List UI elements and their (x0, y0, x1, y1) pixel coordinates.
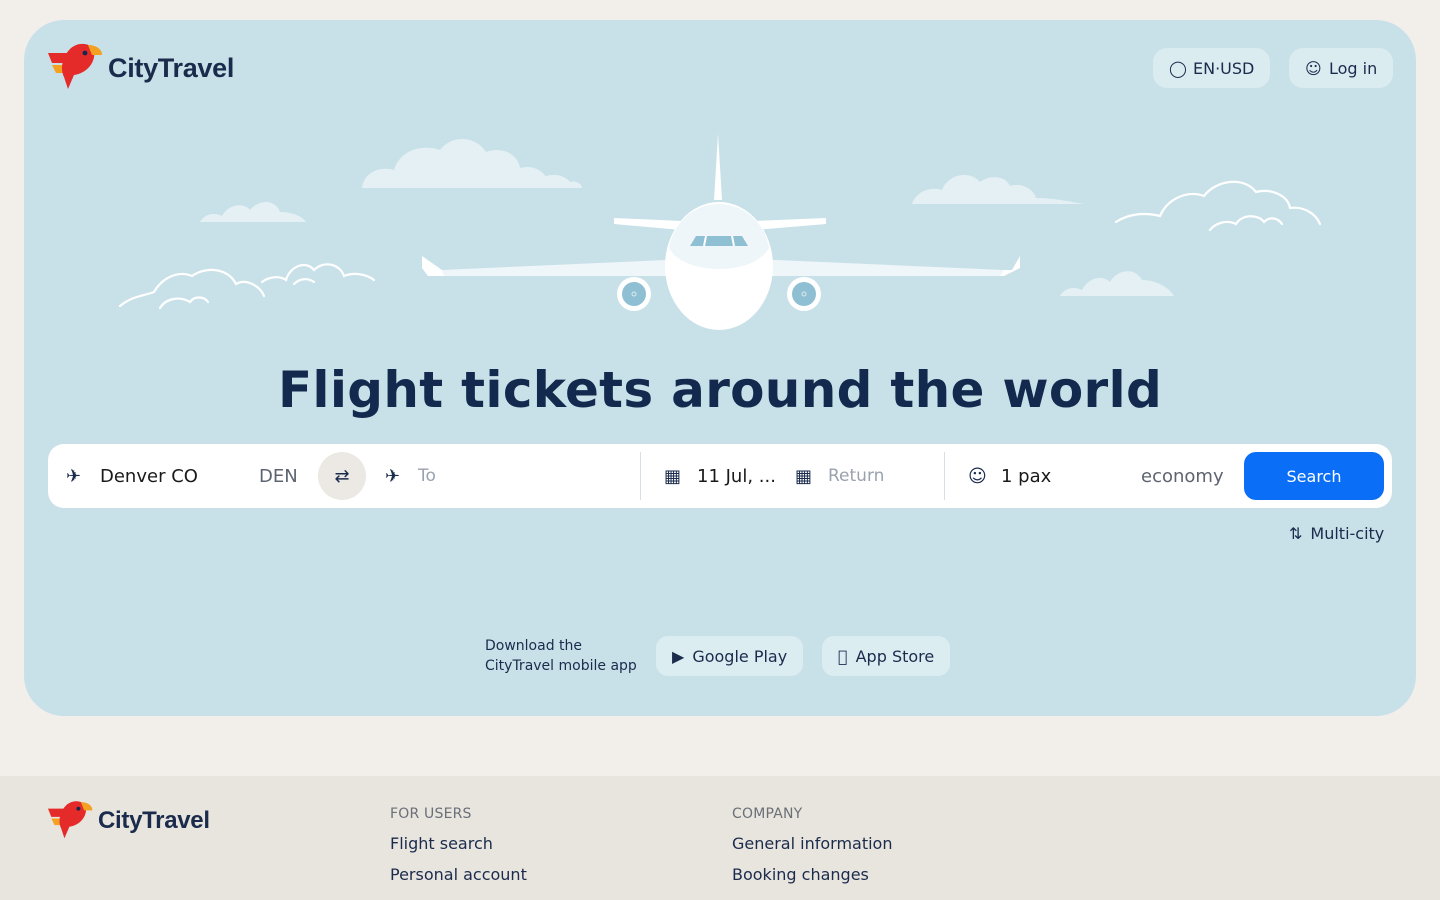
apple-icon:  (838, 647, 848, 666)
app-store-label: App Store (846, 646, 935, 666)
swap-route-button[interactable]: ⇄ (318, 452, 366, 500)
multi-city-link[interactable]: ⇅ Multi-city (1289, 524, 1384, 543)
airplane-clouds-illustration (118, 134, 1322, 330)
footer-heading: COMPANY (732, 806, 803, 822)
departure-plane-icon: ✈ (66, 465, 82, 487)
footer-heading: FOR USERS (390, 806, 472, 822)
departure-date-field[interactable]: 11 Jul, ... (697, 444, 776, 508)
app-download-text: Download the CityTravel mobile app (485, 636, 637, 676)
footer-link-flight-search[interactable]: Flight search (390, 834, 527, 853)
app-promo-line-2: CityTravel mobile app (485, 658, 637, 674)
hero-section: CityTravel ◯ EN·USD ☺ Log in Flight tick… (24, 20, 1416, 716)
footer-column-for-users: FOR USERS Flight search Personal account (390, 806, 527, 896)
login-button[interactable]: ☺ Log in (1289, 48, 1394, 88)
passenger-icon: ☺ (968, 465, 987, 487)
footer-brand-name: CityTravel (98, 807, 210, 834)
origin-field[interactable]: Denver CO (100, 444, 198, 508)
language-currency-label: EN·USD (1193, 58, 1255, 78)
brand-logo[interactable]: CityTravel (48, 43, 234, 93)
footer-link-booking-changes[interactable]: Booking changes (732, 865, 892, 884)
app-store-button[interactable]:  App Store (822, 636, 951, 676)
cabin-class-field[interactable]: economy (1141, 444, 1224, 508)
footer-link-personal-account[interactable]: Personal account (390, 865, 527, 884)
parrot-logo-icon (48, 43, 102, 89)
return-calendar-icon: ▦ (795, 465, 813, 487)
calendar-icon: ▦ (664, 465, 682, 487)
arrival-plane-icon: ✈ (385, 465, 401, 487)
search-button[interactable]: Search (1244, 452, 1384, 500)
multi-city-label: Multi-city (1310, 524, 1385, 543)
return-date-field[interactable]: Return (828, 444, 884, 508)
flight-search-bar: ✈ Denver CO DEN ⇄ ✈ To ▦ 11 Jul, ... ▦ R… (48, 444, 1392, 508)
swap-arrows-icon: ⇄ (334, 465, 350, 487)
footer: CityTravel FOR USERS Flight search Perso… (0, 776, 1440, 900)
user-icon: ☺ (1305, 58, 1322, 78)
brand-name: CityTravel (108, 52, 235, 83)
destination-field[interactable]: To (418, 444, 436, 508)
login-label: Log in (1329, 58, 1378, 78)
google-play-label: Google Play (692, 646, 788, 666)
divider (944, 452, 945, 500)
google-play-icon: ▶ (672, 646, 685, 666)
google-play-button[interactable]: ▶ Google Play (656, 636, 804, 676)
route-icon: ⇅ (1289, 524, 1303, 543)
footer-brand-logo[interactable]: CityTravel (48, 800, 210, 842)
footer-column-company: COMPANY General information Booking chan… (732, 806, 892, 896)
divider (640, 452, 641, 500)
parrot-logo-icon (48, 801, 93, 839)
globe-icon: ◯ (1169, 58, 1187, 78)
origin-code: DEN (259, 465, 298, 487)
hero-headline: Flight tickets around the world (277, 361, 1163, 419)
footer-link-general-information[interactable]: General information (732, 834, 892, 853)
language-currency-selector[interactable]: ◯ EN·USD (1153, 48, 1271, 88)
app-promo-line-1: Download the (485, 638, 583, 654)
passengers-field[interactable]: 1 pax (1001, 444, 1051, 508)
